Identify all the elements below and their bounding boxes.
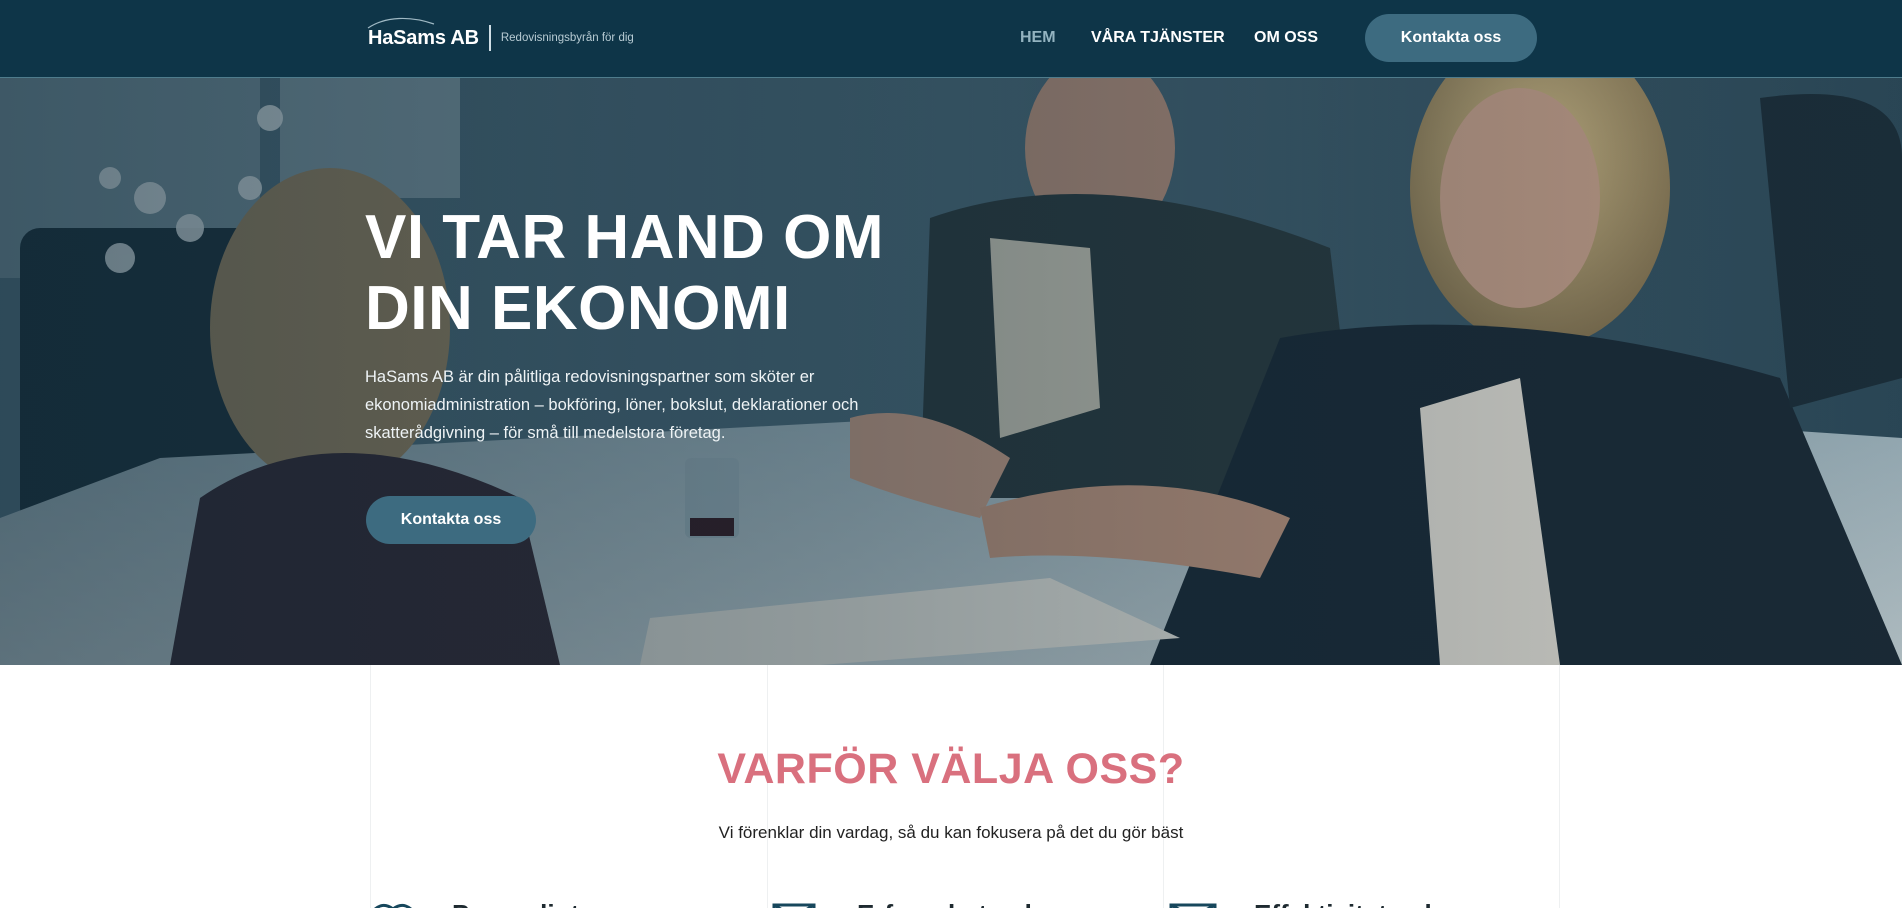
logo-divider <box>488 25 491 51</box>
logo-mark: HaSams AB <box>367 16 479 56</box>
hero-title-line1: VI TAR HAND OM <box>365 203 885 272</box>
hero-title: VI TAR HAND OM DIN EKONOMI <box>365 202 925 344</box>
hero-title-line2: DIN EKONOMI <box>365 274 791 343</box>
envelope-icon <box>772 903 816 908</box>
nav-item-vara-tjanster[interactable]: VÅRA TJÄNSTER <box>1091 29 1225 47</box>
why-title: VARFÖR VÄLJA OSS? <box>717 745 1185 793</box>
header-contact-button[interactable]: Kontakta oss <box>1365 14 1537 62</box>
hero-description: HaSams AB är din pålitliga redovisningsp… <box>365 368 859 442</box>
why-section: VARFÖR VÄLJA OSS? Vi förenklar din varda… <box>0 665 1902 908</box>
feature-effektivitet: Effektivitet och <box>1168 897 1440 908</box>
hero-contact-button[interactable]: Kontakta oss <box>366 496 536 544</box>
why-subtitle: Vi förenklar din vardag, så du kan fokus… <box>718 823 1184 842</box>
hero-overlay <box>0 78 1902 665</box>
hero-section: VI TAR HAND OM DIN EKONOMI HaSams AB är … <box>0 78 1902 665</box>
nav-item-hem[interactable]: HEM <box>1020 29 1056 47</box>
feature-erfarenhet: Erfarenhet och <box>771 897 1041 908</box>
logo-tagline: Redovisningsbyrån för dig <box>500 32 634 44</box>
handshake-icon <box>373 903 413 908</box>
feature-title: Personligt <box>452 899 579 908</box>
feature-personligt: Personligt <box>366 897 579 908</box>
site-header: HaSams AB Redovisningsbyrån för dig HEM … <box>0 0 1902 78</box>
nav-item-om-oss[interactable]: OM OSS <box>1254 29 1318 47</box>
feature-title: Erfarenhet och <box>857 899 1041 908</box>
logo[interactable]: HaSams AB Redovisningsbyrån för dig <box>367 16 634 56</box>
envelope-icon <box>1169 903 1217 908</box>
feature-title: Effektivitet och <box>1254 899 1440 908</box>
logo-name: HaSams AB <box>368 26 479 49</box>
